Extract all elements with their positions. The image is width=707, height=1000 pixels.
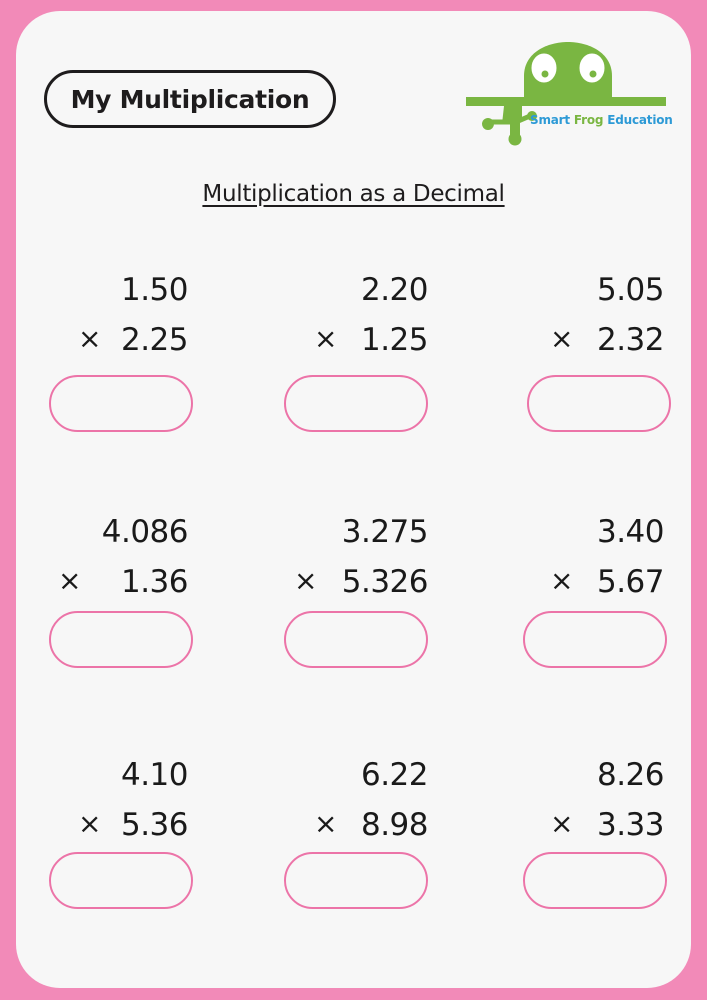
multiply-sign: × <box>78 322 102 355</box>
multiplier: 5.67 <box>596 564 665 600</box>
multiplier: 1.25 <box>360 322 429 358</box>
answer-box-9[interactable] <box>523 852 667 909</box>
logo-word-smart: Smart <box>530 113 570 127</box>
answer-box-7[interactable] <box>49 852 193 909</box>
multiply-sign: × <box>294 564 318 597</box>
multiplicand: 4.086 <box>101 514 189 550</box>
multiplicand: 4.10 <box>120 757 189 793</box>
answer-box-8[interactable] <box>284 852 428 909</box>
multiplier: 8.98 <box>360 807 429 843</box>
multiply-sign: × <box>58 564 82 597</box>
multiplicand: 2.20 <box>360 272 429 308</box>
answer-box-4[interactable] <box>49 611 193 668</box>
multiply-sign: × <box>314 322 338 355</box>
multiplicand: 1.50 <box>120 272 189 308</box>
answer-box-2[interactable] <box>284 375 428 432</box>
multiplicand: 8.26 <box>596 757 665 793</box>
multiplicand: 3.40 <box>596 514 665 550</box>
multiplier: 2.32 <box>596 322 665 358</box>
multiply-sign: × <box>550 564 574 597</box>
logo-word-frog: Frog <box>573 113 604 127</box>
logo-text: Smart Frog Education <box>530 113 673 127</box>
multiplicand: 6.22 <box>360 757 429 793</box>
answer-box-1[interactable] <box>49 375 193 432</box>
multiply-sign: × <box>550 322 574 355</box>
problem-9: 8.26 × 3.33 <box>488 757 665 937</box>
logo-word-education: Education <box>607 113 673 127</box>
multiply-sign: × <box>314 807 338 840</box>
multiplicand: 5.05 <box>596 272 665 308</box>
multiplier: 5.326 <box>341 564 429 600</box>
multiplier: 2.25 <box>120 322 189 358</box>
multiplicand: 3.275 <box>341 514 429 550</box>
answer-box-5[interactable] <box>284 611 428 668</box>
answer-box-6[interactable] <box>523 611 667 668</box>
smart-frog-logo: Smart Frog Education <box>466 40 696 150</box>
worksheet-subtitle: Multiplication as a Decimal <box>202 181 505 207</box>
multiply-sign: × <box>550 807 574 840</box>
multiply-sign: × <box>78 807 102 840</box>
multiplier: 3.33 <box>596 807 665 843</box>
multiplier: 5.36 <box>120 807 189 843</box>
multiplier: 1.36 <box>120 564 189 600</box>
problem-7: 4.10 × 5.36 <box>16 757 189 937</box>
problem-8: 6.22 × 8.98 <box>252 757 429 937</box>
worksheet-title: My Multiplication <box>44 70 336 128</box>
frog-icon <box>466 42 666 146</box>
answer-box-3[interactable] <box>527 375 671 432</box>
